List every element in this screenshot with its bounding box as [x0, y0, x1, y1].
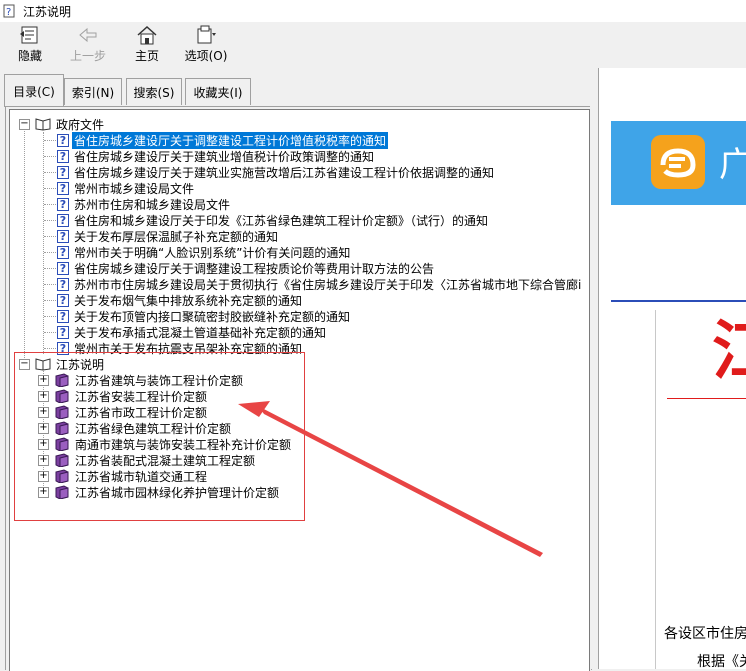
open-book-icon	[35, 118, 51, 131]
tree-topic-item[interactable]: ? 省住房城乡建设厅关于建筑业增值税计价政策调整的通知	[57, 148, 376, 164]
help-book-icon: ?	[3, 4, 15, 18]
tree-folder-government-docs[interactable]: − 政府文件	[19, 116, 106, 132]
help-topic-icon: ?	[57, 245, 69, 259]
tree-topic-item[interactable]: ? 常州市城乡建设局文件	[57, 180, 196, 196]
tab-contents[interactable]: 目录(C)	[4, 74, 64, 107]
help-topic-icon: ?	[57, 325, 69, 339]
help-topic-icon: ?	[57, 133, 69, 147]
help-topic-icon: ?	[57, 213, 69, 227]
help-topic-icon: ?	[57, 197, 69, 211]
tree-topic-item[interactable]: ? 省住房城乡建设厅关于调整建设工程计价增值税税率的通知	[57, 131, 389, 149]
pane-splitter[interactable]	[590, 68, 598, 669]
options-icon	[194, 24, 218, 46]
home-button[interactable]: 主页	[130, 24, 164, 66]
red-rule	[667, 398, 746, 399]
tree-topic-label: 省住房城乡建设厅关于调整建设工程按质论价等费用计取方法的公告	[74, 261, 435, 276]
document-text-line: 各设区市住房	[664, 626, 746, 642]
tree-topic-item[interactable]: ? 常州市关于明确“人脸识别系统”计价有关问题的通知	[57, 244, 352, 260]
tree-topic-item[interactable]: ? 省住房城乡建设厅关于建筑业实施营改增后江苏省建设工程计价依据调整的通知	[57, 164, 496, 180]
annotation-highlight-box	[14, 352, 305, 521]
tree-topic-label: 苏州市住房和城乡建设局文件	[74, 197, 231, 212]
tree-topic-label: 省住房城乡建设厅关于建筑业实施营改增后江苏省建设工程计价依据调整的通知	[74, 165, 495, 180]
tree-topic-label: 关于发布烟气集中排放系统补充定额的通知	[74, 293, 303, 308]
collapse-icon[interactable]: −	[19, 118, 30, 130]
tree-topic-label: 省住房城乡建设厅关于建筑业增值税计价政策调整的通知	[74, 149, 375, 164]
tree-topic-item[interactable]: ? 关于发布烟气集中排放系统补充定额的通知	[57, 292, 304, 308]
help-topic-icon: ?	[57, 229, 69, 243]
tab-favorites[interactable]: 收藏夹(I)	[185, 78, 251, 105]
tree-topic-label: 关于发布厚层保温腻子补充定额的通知	[74, 229, 279, 244]
tree-topic-item[interactable]: ? 关于发布承插式混凝土管道基础补充定额的通知	[57, 324, 328, 340]
tab-search[interactable]: 搜索(S)	[126, 78, 182, 105]
tree-topic-label: 苏州市市住房城乡建设局关于贯彻执行《省住房城乡建设厅关于印发〈江苏省城市地下综合…	[74, 277, 582, 292]
page-edge	[655, 310, 656, 669]
home-icon	[135, 24, 159, 46]
hide-button[interactable]: 隐藏	[12, 24, 48, 66]
svg-text:?: ?	[6, 7, 11, 18]
tree-topic-label: 省住房和城乡建设厅关于印发《江苏省绿色建筑工程计价定额》（试行）的通知	[74, 213, 489, 228]
tree-topic-label: 常州市关于明确“人脸识别系统”计价有关问题的通知	[74, 245, 351, 260]
tree-topic-item[interactable]: ? 苏州市市住房城乡建设局关于贯彻执行《省住房城乡建设厅关于印发〈江苏省城市地下综…	[57, 276, 583, 292]
window-title: 江苏说明	[23, 4, 72, 19]
tree-topic-item[interactable]: ? 省住房城乡建设厅关于调整建设工程按质论价等费用计取方法的公告	[57, 260, 436, 276]
tree-topic-item[interactable]: ? 关于发布顶管内接口聚硫密封胶嵌缝补充定额的通知	[57, 308, 352, 324]
navigation-tabs: 目录(C) 索引(N) 搜索(S) 收藏夹(I)	[0, 70, 598, 107]
document-text-line: 根据《关	[697, 654, 746, 669]
hide-icon	[18, 24, 42, 46]
tree-topic-label: 关于发布承插式混凝土管道基础补充定额的通知	[74, 325, 327, 340]
content-pane[interactable]: 广 江 各设区市住房 根据《关	[598, 68, 746, 669]
banner-text: 广	[719, 137, 746, 186]
help-topic-icon: ?	[57, 261, 69, 275]
help-topic-icon: ?	[57, 309, 69, 323]
help-topic-icon: ?	[57, 293, 69, 307]
tree-topic-label: 常州市城乡建设局文件	[74, 181, 195, 196]
help-topic-icon: ?	[57, 149, 69, 163]
help-topic-icon: ?	[57, 181, 69, 195]
help-topic-icon: ?	[57, 277, 69, 291]
toolbar: 隐藏 上一步 主页 选项(O)	[0, 22, 746, 68]
back-arrow-icon	[76, 24, 100, 46]
tree-topic-item[interactable]: ? 省住房和城乡建设厅关于印发《江苏省绿色建筑工程计价定额》（试行）的通知	[57, 212, 490, 228]
help-topic-icon: ?	[57, 165, 69, 179]
tree-topic-label: 省住房城乡建设厅关于调整建设工程计价增值税税率的通知	[72, 131, 389, 149]
app-logo	[651, 135, 705, 189]
header-banner: 广	[611, 121, 746, 205]
tree-topic-label: 关于发布顶管内接口聚硫密封胶嵌缝补充定额的通知	[74, 309, 351, 324]
document-red-title: 江	[712, 300, 746, 392]
tree-topic-item[interactable]: ? 关于发布厚层保温腻子补充定额的通知	[57, 228, 280, 244]
tab-index[interactable]: 索引(N)	[64, 78, 122, 105]
back-button[interactable]: 上一步	[66, 24, 110, 66]
options-button[interactable]: 选项(O)	[183, 24, 229, 66]
tree-topic-item[interactable]: ? 苏州市住房和城乡建设局文件	[57, 196, 232, 212]
title-bar: ? 江苏说明	[0, 0, 746, 22]
